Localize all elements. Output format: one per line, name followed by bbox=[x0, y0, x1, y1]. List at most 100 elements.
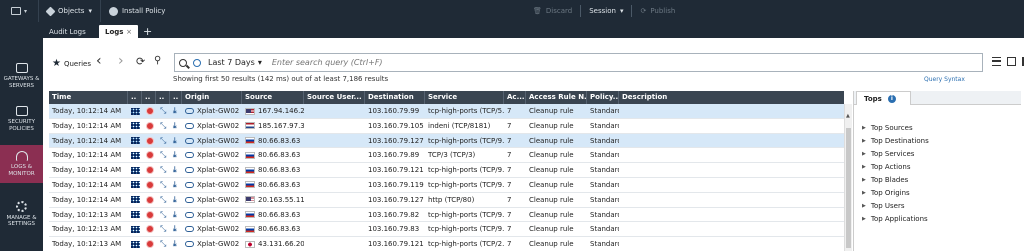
column-header-origin[interactable]: Origin bbox=[182, 91, 242, 104]
column-header-icon-4[interactable]: .. bbox=[170, 91, 182, 104]
network-icon[interactable]: ⤡ bbox=[160, 134, 166, 148]
download-icon[interactable]: ⤓ bbox=[173, 237, 177, 251]
session-menu[interactable]: Session ▾ bbox=[581, 0, 631, 22]
queries-button[interactable]: ★ Queries bbox=[52, 59, 91, 69]
blocked-icon[interactable] bbox=[146, 151, 154, 160]
tops-item[interactable]: ▶ Top Services bbox=[862, 147, 929, 160]
column-header-source-user[interactable]: Source User... bbox=[304, 91, 365, 104]
panel-toggle-icon[interactable] bbox=[1007, 57, 1016, 66]
main-menu-button[interactable]: ▾ bbox=[0, 0, 38, 22]
blocked-icon[interactable] bbox=[146, 121, 154, 130]
table-row[interactable]: ⤡ ⤓ Today, 10:12:14 AM Xplat-GW02 80.66.83.6… bbox=[49, 148, 844, 164]
column-header-time[interactable]: Time bbox=[49, 91, 128, 104]
blocked-icon[interactable] bbox=[146, 166, 154, 175]
time-range-selector[interactable]: Last 7 Days ▾ bbox=[193, 58, 262, 67]
log-details-icon[interactable] bbox=[131, 240, 140, 248]
log-details-icon[interactable] bbox=[131, 225, 140, 233]
column-header-icon-1[interactable]: .. bbox=[128, 91, 142, 104]
log-details-icon[interactable] bbox=[131, 181, 140, 189]
column-header-access-rule[interactable]: Access Rule N... bbox=[526, 91, 587, 104]
table-row[interactable]: ⤡ ⤓ Today, 10:12:14 AM Xplat-GW02 185.167.97… bbox=[49, 119, 844, 134]
column-header-icon-3[interactable]: .. bbox=[156, 91, 170, 104]
back-arrow-icon[interactable]: ‹ bbox=[96, 54, 102, 68]
new-tab-button[interactable]: + bbox=[139, 25, 156, 38]
download-icon[interactable]: ⤓ bbox=[173, 148, 177, 162]
table-row[interactable]: ⤡ ⤓ Today, 10:12:14 AM Xplat-GW02 80.66.83.6… bbox=[49, 163, 844, 178]
table-row[interactable]: ⤡ ⤓ Today, 10:12:14 AM Xplat-GW02 80.66.83.6… bbox=[49, 178, 844, 193]
scroll-up-arrow-icon[interactable]: ▲ bbox=[846, 113, 850, 119]
column-header-destination[interactable]: Destination bbox=[365, 91, 425, 104]
blocked-icon[interactable] bbox=[146, 107, 154, 115]
log-details-icon[interactable] bbox=[131, 166, 140, 174]
blocked-icon[interactable] bbox=[146, 240, 154, 249]
tops-item[interactable]: ▶ Top Applications bbox=[862, 212, 929, 225]
nav-logs-monitor[interactable]: LOGS & MONITOR bbox=[0, 145, 43, 183]
download-icon[interactable]: ⤓ bbox=[173, 193, 177, 207]
menu-lines-icon[interactable] bbox=[992, 57, 1001, 66]
table-row[interactable]: ⤡ ⤓ Today, 10:12:13 AM Xplat-GW02 43.131.66.… bbox=[49, 237, 844, 251]
table-row[interactable]: ⤡ ⤓ Today, 10:12:14 AM Xplat-GW02 167.94.146… bbox=[49, 104, 844, 119]
blocked-icon[interactable] bbox=[146, 225, 154, 234]
network-icon[interactable]: ⤡ bbox=[160, 193, 166, 207]
download-icon[interactable]: ⤓ bbox=[173, 208, 177, 222]
blocked-icon[interactable] bbox=[146, 180, 154, 189]
download-icon[interactable]: ⤓ bbox=[173, 119, 177, 133]
download-icon[interactable]: ⤓ bbox=[173, 222, 177, 236]
tops-item[interactable]: ▶ Top Users bbox=[862, 199, 929, 212]
nav-manage-settings[interactable]: MANAGE & SETTINGS bbox=[0, 195, 43, 233]
objects-menu[interactable]: Objects ▾ bbox=[38, 0, 100, 22]
nav-security-policies[interactable]: SECURITY POLICIES bbox=[0, 100, 43, 138]
column-header-action[interactable]: Ac... bbox=[504, 91, 526, 104]
network-icon[interactable]: ⤡ bbox=[160, 178, 166, 192]
table-row[interactable]: ⤡ ⤓ Today, 10:12:14 AM Xplat-GW02 20.163.55.… bbox=[49, 193, 844, 208]
table-row[interactable]: ⤡ ⤓ Today, 10:12:13 AM Xplat-GW02 80.66.83.6… bbox=[49, 208, 844, 223]
column-header-icon-2[interactable]: .. bbox=[142, 91, 156, 104]
network-icon[interactable]: ⤡ bbox=[160, 163, 166, 177]
table-row[interactable]: ⤡ ⤓ Today, 10:12:13 AM Xplat-GW02 80.66.83.6… bbox=[49, 222, 844, 238]
nav-gateways-servers[interactable]: GATEWAYS & SERVERS bbox=[0, 57, 43, 95]
log-details-icon[interactable] bbox=[131, 211, 140, 219]
blocked-icon[interactable] bbox=[146, 136, 154, 145]
blocked-icon[interactable] bbox=[146, 195, 154, 204]
column-header-policy[interactable]: Policy... bbox=[587, 91, 619, 104]
discard-button[interactable]: 🗑 Discard bbox=[525, 0, 580, 22]
tops-item[interactable]: ▶ Top Destinations bbox=[862, 134, 929, 147]
tops-item[interactable]: ▶ Top Sources bbox=[862, 121, 929, 134]
network-icon[interactable]: ⤡ bbox=[160, 237, 166, 251]
install-policy-button[interactable]: Install Policy bbox=[99, 0, 173, 22]
table-scrollbar[interactable]: ▲ bbox=[844, 104, 852, 251]
network-icon[interactable]: ⤡ bbox=[160, 208, 166, 222]
publish-button[interactable]: ⟳ Publish bbox=[632, 0, 683, 22]
info-icon[interactable]: i bbox=[887, 94, 896, 103]
network-icon[interactable]: ⤡ bbox=[160, 119, 166, 133]
query-options-icon[interactable]: ⚲ bbox=[154, 56, 161, 66]
scrollbar-thumb[interactable] bbox=[846, 128, 851, 248]
blocked-icon[interactable] bbox=[146, 210, 154, 219]
tops-item[interactable]: ▶ Top Actions bbox=[862, 160, 929, 173]
tab-logs[interactable]: Logs × bbox=[99, 25, 138, 38]
column-header-description[interactable]: Description bbox=[619, 91, 844, 104]
log-details-icon[interactable] bbox=[131, 107, 140, 115]
column-header-source[interactable]: Source bbox=[242, 91, 304, 104]
download-icon[interactable]: ⤓ bbox=[173, 163, 177, 177]
network-icon[interactable]: ⤡ bbox=[160, 104, 166, 118]
close-icon[interactable]: × bbox=[126, 28, 132, 36]
network-icon[interactable]: ⤡ bbox=[160, 148, 166, 162]
network-icon[interactable]: ⤡ bbox=[160, 222, 166, 236]
log-details-icon[interactable] bbox=[131, 196, 140, 204]
tab-tops[interactable]: Tops i bbox=[856, 91, 911, 105]
refresh-icon[interactable]: ⟳ bbox=[136, 56, 145, 67]
download-icon[interactable]: ⤓ bbox=[173, 134, 177, 148]
tops-item[interactable]: ▶ Top Origins bbox=[862, 186, 929, 199]
download-icon[interactable]: ⤓ bbox=[173, 178, 177, 192]
download-icon[interactable]: ⤓ bbox=[173, 104, 177, 118]
tops-item[interactable]: ▶ Top Blades bbox=[862, 173, 929, 186]
log-details-icon[interactable] bbox=[131, 137, 140, 145]
column-header-service[interactable]: Service bbox=[425, 91, 504, 104]
log-details-icon[interactable] bbox=[131, 151, 140, 159]
query-syntax-link[interactable]: Query Syntax bbox=[924, 76, 965, 83]
tab-audit-logs[interactable]: Audit Logs bbox=[43, 25, 92, 38]
search-input[interactable] bbox=[271, 58, 872, 67]
forward-arrow-icon[interactable]: › bbox=[118, 54, 124, 68]
table-row[interactable]: ⤡ ⤓ Today, 10:12:14 AM Xplat-GW02 80.66.83.6… bbox=[49, 133, 844, 149]
